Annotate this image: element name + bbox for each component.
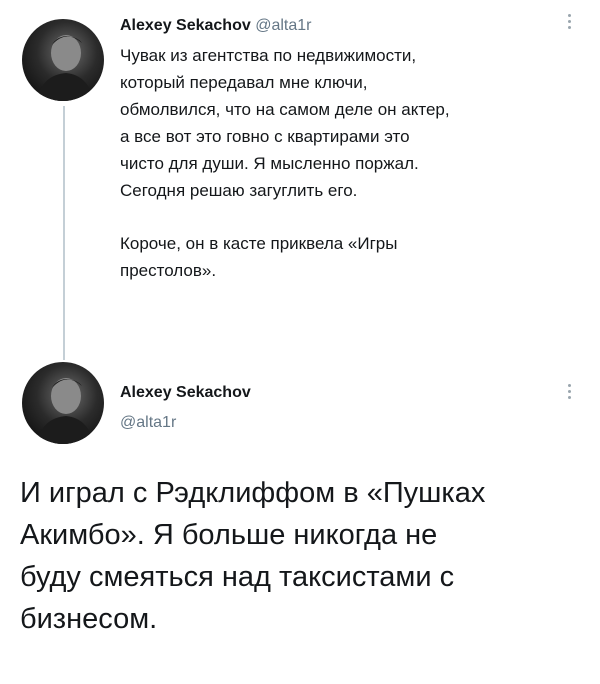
more-options-icon[interactable] [566,384,572,399]
author-name[interactable]: Alexey Sekachov [120,383,251,403]
tweet-paragraph: Чувак из агентства по недвижимости, кото… [120,46,450,200]
tweet-1-text: Чувак из агентства по недвижимости, кото… [120,42,580,284]
tweet-1-header: Alexey Sekachov @alta1r [120,16,311,36]
tweet-2-text: И играл с Рэдклиффом в «Пушках Акимбо». … [20,477,486,635]
tweet-paragraph: Короче, он в касте приквела «Игры престо… [120,234,398,280]
author-handle[interactable]: @alta1r [255,17,311,34]
author-name[interactable]: Alexey Sekachov [120,17,251,34]
thread-line [63,106,65,360]
profile-photo-icon [36,378,94,444]
avatar[interactable] [22,19,104,101]
more-options-icon[interactable] [566,14,572,29]
author-handle[interactable]: @alta1r [120,413,176,433]
profile-photo-icon [36,35,94,101]
avatar[interactable] [22,362,104,444]
